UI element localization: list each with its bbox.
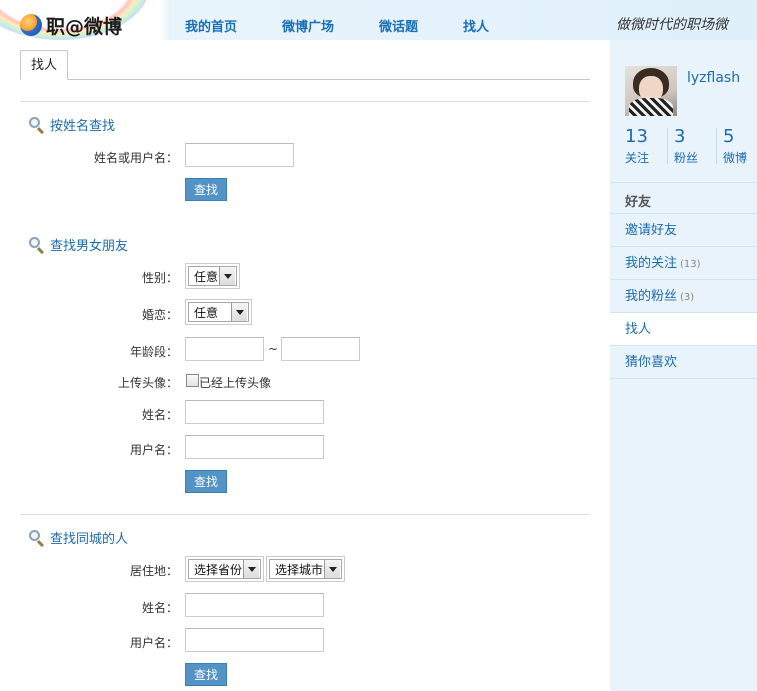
divider — [20, 514, 590, 515]
search-icon — [28, 529, 46, 547]
gender-select[interactable]: 任意 — [185, 263, 240, 289]
stat-posts[interactable]: 5 微博 — [723, 127, 747, 166]
stat-posts-label: 微博 — [723, 151, 748, 165]
tab-bar: 找人 — [20, 50, 590, 80]
city-username-input[interactable] — [185, 628, 324, 652]
sidebar-item-followers[interactable]: 我的粉丝 (3) — [610, 280, 757, 313]
nav-item-square[interactable]: 微博广场 — [267, 16, 334, 35]
sidebar-item-label: 猜你喜欢 — [625, 355, 678, 370]
logo-ball-icon — [20, 14, 42, 36]
sidebar-item-following[interactable]: 我的关注 (13) — [610, 247, 757, 280]
section-title-text: 按姓名查找 — [50, 119, 116, 134]
sidebar-item-invite[interactable]: 邀请好友 — [610, 214, 757, 247]
sidebar-item-label: 邀请好友 — [625, 223, 678, 238]
chevron-down-icon — [219, 267, 235, 285]
gender-label: 性别： — [141, 271, 178, 285]
city-name-input[interactable] — [185, 593, 324, 617]
right-sidebar: lyzflash 13 关注 3 粉丝 5 微博 好友 邀请好友 我的关注 (13… — [610, 40, 757, 691]
partner-username-input[interactable] — [185, 435, 324, 459]
city-value: 选择城市 — [275, 562, 324, 577]
search-icon — [28, 236, 46, 254]
has-avatar-checkbox-label[interactable]: 已经上传头像 — [199, 374, 271, 391]
stat-divider — [716, 128, 717, 164]
name-label: 姓名： — [141, 601, 178, 615]
name-or-username-label: 姓名或用户名： — [93, 151, 178, 165]
stat-divider — [667, 128, 668, 164]
username-label: 用户名： — [129, 636, 178, 650]
name-label: 姓名： — [141, 408, 178, 422]
upload-avatar-label: 上传头像： — [117, 376, 178, 390]
stat-following-count: 13 — [625, 126, 648, 147]
location-label: 居住地： — [129, 564, 178, 578]
sidebar-heading-friends: 好友 — [625, 195, 652, 210]
marriage-value: 任意 — [194, 305, 219, 320]
age-range-separator: ~ — [268, 342, 279, 356]
stat-followers[interactable]: 3 粉丝 — [674, 127, 698, 166]
main-nav: 我的首页 微博广场 微话题 找人 — [170, 16, 519, 35]
chevron-down-icon — [243, 560, 259, 578]
stat-following[interactable]: 13 关注 — [625, 127, 649, 166]
province-select[interactable]: 选择省份 — [185, 556, 264, 582]
divider — [20, 101, 590, 102]
section-title-find-partner: 查找男女朋友 — [28, 235, 128, 254]
stat-following-label: 关注 — [625, 151, 650, 165]
sidebar-item-label: 我的关注 — [625, 256, 678, 271]
age-max-input[interactable] — [281, 337, 360, 361]
nav-item-home[interactable]: 我的首页 — [170, 16, 237, 35]
logo-text: 职@微博 — [46, 15, 123, 38]
stat-posts-count: 5 — [723, 126, 735, 147]
search-icon — [28, 116, 46, 134]
marriage-label: 婚恋： — [141, 308, 178, 322]
sidebar-item-label: 我的粉丝 — [625, 289, 678, 304]
age-range-label: 年龄段： — [129, 345, 178, 359]
name-or-username-input[interactable] — [185, 143, 294, 167]
gender-value: 任意 — [194, 269, 219, 284]
section-title-same-city: 查找同城的人 — [28, 528, 128, 547]
sidebar-item-recommendations[interactable]: 猜你喜欢 — [610, 346, 757, 379]
header-slogan: 做微时代的职场微 — [616, 17, 728, 33]
sidebar-item-count: (3) — [680, 292, 695, 303]
marriage-select[interactable]: 任意 — [185, 299, 252, 325]
chevron-down-icon — [231, 303, 247, 321]
sidebar-item-find-people[interactable]: 找人 — [610, 313, 757, 346]
stat-followers-label: 粉丝 — [674, 151, 699, 165]
chevron-down-icon — [324, 560, 340, 578]
username-label: 用户名： — [129, 443, 178, 457]
stat-followers-count: 3 — [674, 126, 686, 147]
profile-username[interactable]: lyzflash — [687, 70, 740, 86]
has-avatar-checkbox[interactable] — [186, 374, 199, 387]
site-logo[interactable]: 职@微博 — [20, 12, 122, 38]
sidebar-item-count: (13) — [680, 259, 701, 270]
province-value: 选择省份 — [194, 562, 243, 577]
top-header: 职@微博 我的首页 微博广场 微话题 找人 做微时代的职场微 — [0, 0, 757, 40]
section-title-text: 查找男女朋友 — [50, 239, 129, 254]
nav-item-topics[interactable]: 微话题 — [364, 16, 418, 35]
search-by-name-button[interactable]: 查找 — [185, 178, 227, 201]
nav-item-find-people[interactable]: 找人 — [448, 16, 489, 35]
partner-name-input[interactable] — [185, 400, 324, 424]
age-min-input[interactable] — [185, 337, 264, 361]
sidebar-item-label: 找人 — [625, 322, 652, 337]
avatar[interactable] — [625, 66, 677, 116]
search-partner-button[interactable]: 查找 — [185, 470, 227, 493]
tab-find-people[interactable]: 找人 — [20, 50, 68, 80]
section-title-by-name: 按姓名查找 — [28, 115, 115, 134]
sidebar-divider — [610, 182, 757, 183]
section-title-text: 查找同城的人 — [50, 532, 129, 547]
city-select[interactable]: 选择城市 — [266, 556, 345, 582]
search-city-button[interactable]: 查找 — [185, 663, 227, 686]
